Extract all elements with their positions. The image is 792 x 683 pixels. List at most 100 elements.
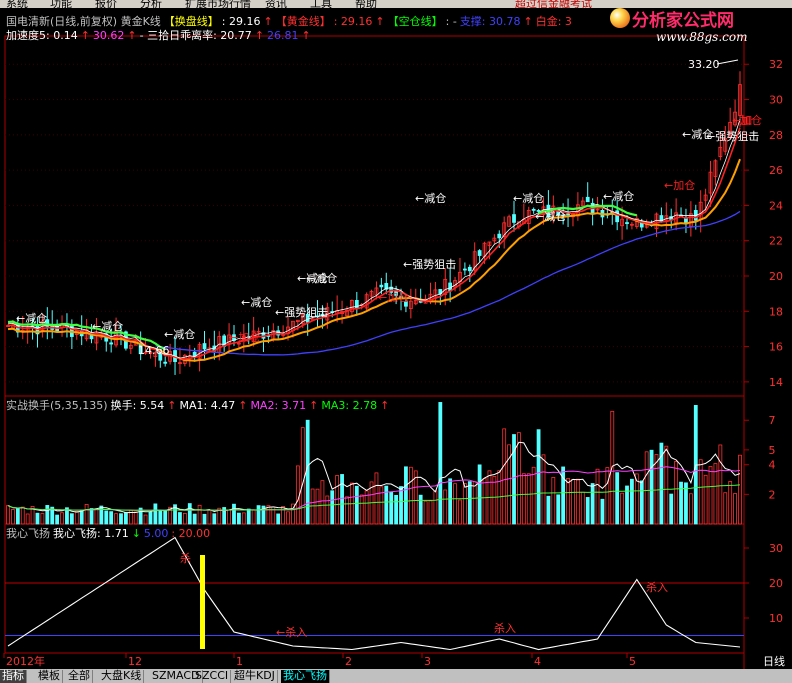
candle [354,300,359,309]
price-header-item: 支撑: 30.78 [459,15,521,28]
volume-bar [310,488,315,525]
volume-bar [330,490,335,525]
volume-bar [517,432,521,525]
price-header2-item: ↑ [127,29,137,42]
x-axis-label: 12 [128,655,142,668]
volume-bar [389,491,394,525]
volume-bar [74,511,79,525]
indicator-line [7,536,741,651]
volume-bar [477,464,482,525]
indicator-header-item: 我心飞扬 [6,527,50,540]
tab-1[interactable]: 模板 [36,670,63,683]
max-price-pointer [716,59,739,65]
price-annotation: ←强势狙击 [275,306,328,319]
price-header2-item: ↑ [80,29,90,42]
volume-bar [305,419,310,525]
volume-bar [212,513,217,525]
volume-tick-label: 5 [769,444,776,457]
volume-bar [472,481,477,525]
price-tick-label: 22 [769,235,783,248]
volume-header-item: ↑ [167,399,177,412]
price-annotation: ←减仓 [535,209,566,223]
volume-bar [541,454,546,525]
volume-bar [286,511,290,525]
logo-url: www.88gs.com [656,30,748,44]
volume-bar [738,454,742,525]
volume-bar [104,510,109,525]
volume-bar [202,513,207,525]
min-price-label: 14.66 [138,344,170,357]
volume-panel-header: 实战换手(5,35,135) 换手: 5.54 ↑ MA1: 4.47 ↑ MA2: 3.… [6,397,392,413]
price-annotation: ←减仓 [513,191,544,205]
volume-bar [703,474,708,525]
site-logo: 分析家公式网 www.88gs.com [608,4,786,48]
volume-bar [462,483,467,525]
volume-header-item: ↑ [238,399,248,412]
volume-bar [526,473,531,525]
signal-bar [200,555,205,649]
volume-bar [600,498,605,525]
volume-bar [674,460,679,525]
volume-bar [89,508,94,525]
volume-bar [15,508,20,525]
indicator-header-item: ↓ [131,527,141,540]
volume-bar [124,512,128,525]
volume-bar [315,488,320,525]
volume-header-item: MA2: 3.71 [250,399,307,412]
volume-bar [187,503,192,525]
x-axis-label: 2 [345,655,352,668]
volume-bar [669,493,674,525]
volume-bar [733,493,737,525]
tab-3[interactable]: 大盘K线 [99,670,145,683]
x-axis-label: 1 [236,655,243,668]
volume-bar [512,434,516,525]
volume-bar [281,506,286,525]
timeframe-label: 日线 [763,654,785,668]
price-header-item: ↑ [523,15,533,28]
volume-bar [467,481,472,525]
x-axis-label: 2012年 [6,654,45,668]
price-header2-item: ↑ [254,29,265,42]
volume-bar [163,509,168,525]
indicator-tick-label: 10 [769,612,783,625]
volume-bar [197,504,202,525]
volume-tick-label: 4 [769,459,776,472]
price-tick-label: 30 [769,94,783,107]
tab-6[interactable]: 超牛KDJ [232,670,278,683]
volume-bar [639,480,644,525]
volume-bar [571,479,575,525]
volume-bar [630,478,634,525]
volume-bar [55,514,60,525]
candle [202,343,207,350]
volume-bar [345,496,349,525]
volume-bar [580,491,585,525]
volume-bar [320,480,325,525]
tab-0[interactable]: 指标 [0,670,27,683]
volume-bar [546,495,551,525]
volume-bar [620,492,624,525]
price-header2-item: - 三拾日乖离率: 20.77 [139,29,252,42]
volume-bar [625,485,629,525]
volume-tick-label: 2 [769,488,776,501]
volume-bar [551,477,556,525]
volume-bar [182,512,187,525]
volume-bar [536,429,541,525]
tab-2[interactable]: 全部 [66,670,93,683]
volume-bar [595,468,600,525]
volume-bar [418,494,423,525]
price-header-item: ↑ [375,15,385,28]
indicator-annotation: 杀入 [646,580,668,594]
max-price-label: 33.20 [688,58,720,71]
volume-bar [728,481,733,525]
chart-area[interactable]: 3230282624222018161433.2014.66←减仓←减仓←减仓←… [0,0,792,683]
indicator-annotation: 杀 [180,551,191,565]
volume-bar [153,503,158,525]
volume-bar [575,478,580,525]
volume-bar [276,513,281,525]
tab-5[interactable]: SZCCI [193,670,232,683]
price-header-item: : - [445,15,457,28]
candle [585,196,590,203]
volume-header-item: MA1: 4.47 [179,399,236,412]
volume-bar [428,500,433,525]
tab-7[interactable]: 我心飞扬 [281,670,330,683]
